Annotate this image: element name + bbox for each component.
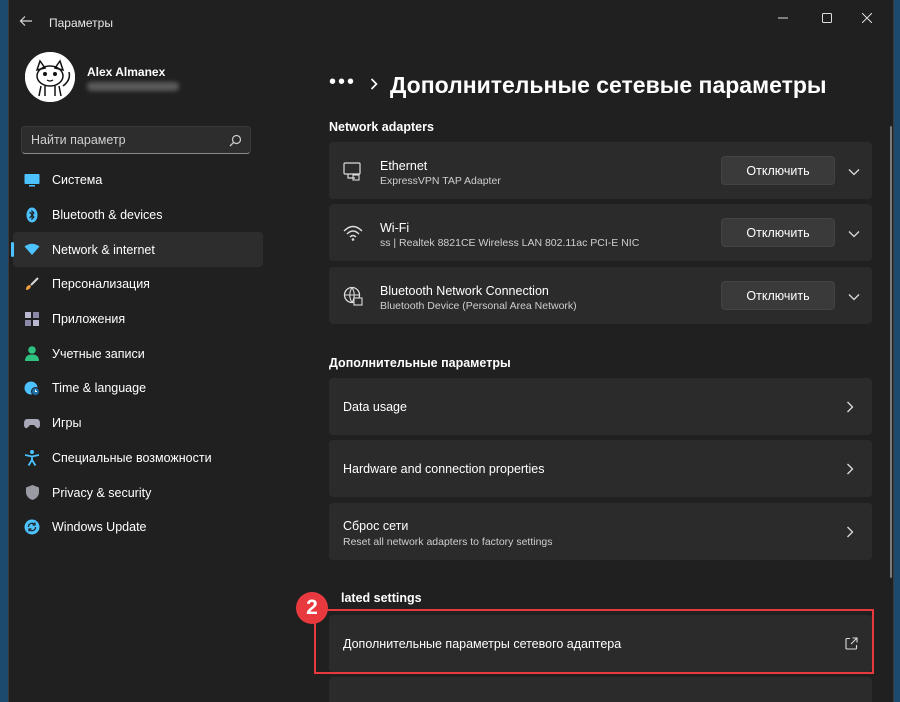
page-title: Дополнительные сетевые параметры — [390, 72, 827, 98]
chevron-right-icon — [846, 525, 856, 538]
disconnect-button-ethernet[interactable]: Отключить — [721, 156, 835, 185]
section-title-related-settings: lated settings — [341, 591, 422, 605]
close-icon[interactable] — [845, 6, 889, 30]
sidebar-item-bluetooth[interactable]: Bluetooth & devices — [13, 198, 263, 233]
disconnect-button-wifi[interactable]: Отключить — [721, 218, 835, 247]
minimize-icon[interactable] — [761, 6, 805, 30]
window-title: Параметры — [49, 16, 113, 30]
sidebar-item-gaming[interactable]: Игры — [13, 406, 263, 441]
next-item-partial — [329, 677, 872, 702]
sidebar-item-windows-update[interactable]: Windows Update — [13, 510, 263, 545]
hardware-properties-item[interactable]: Hardware and connection properties — [329, 440, 872, 497]
bluetooth-icon — [24, 207, 40, 223]
adapter-card-bluetooth-network[interactable]: Bluetooth Network Connection Bluetooth D… — [329, 267, 872, 324]
globe-clock-icon — [24, 380, 40, 397]
sidebar-item-privacy[interactable]: Privacy & security — [13, 475, 263, 510]
maximize-icon[interactable] — [805, 6, 849, 30]
chevron-down-icon[interactable] — [848, 288, 860, 301]
chevron-right-icon — [370, 77, 378, 95]
network-reset-item[interactable]: Сброс сети Reset all network adapters to… — [329, 503, 872, 560]
disconnect-button-bluetooth[interactable]: Отключить — [721, 281, 835, 310]
chevron-down-icon[interactable] — [848, 225, 860, 238]
sidebar-item-accounts[interactable]: Учетные записи — [13, 336, 263, 371]
search-icon[interactable] — [229, 134, 242, 147]
sidebar-nav: Система Bluetooth & devices Network & in… — [9, 163, 271, 545]
chevron-right-icon — [846, 400, 856, 413]
breadcrumb-more-button[interactable]: ••• — [329, 72, 356, 92]
breadcrumb: ••• Дополнительные сетевые параметры — [329, 72, 827, 99]
sidebar-item-personalization[interactable]: Персонализация — [13, 267, 263, 302]
settings-window: Параметры Alex Almanex Найти параметр Си… — [8, 0, 894, 702]
person-icon — [24, 346, 40, 362]
sidebar-item-network[interactable]: Network & internet — [11, 232, 263, 268]
monitor-icon — [24, 172, 40, 188]
ethernet-icon — [343, 161, 363, 181]
gamepad-icon — [24, 415, 40, 431]
sidebar-item-time-language[interactable]: Time & language — [13, 371, 263, 406]
wifi-icon — [343, 223, 363, 243]
sidebar-item-system[interactable]: Система — [13, 163, 263, 198]
brush-icon — [24, 276, 40, 292]
section-title-more-settings: Дополнительные параметры — [329, 356, 511, 370]
data-usage-item[interactable]: Data usage — [329, 378, 872, 435]
search-box[interactable] — [21, 126, 251, 154]
scrollbar[interactable] — [890, 126, 892, 578]
chevron-right-icon — [846, 462, 856, 475]
step-badge: 2 — [296, 592, 328, 624]
section-title-network-adapters: Network adapters — [329, 120, 434, 134]
avatar[interactable] — [25, 52, 75, 102]
user-name: Alex Almanex — [87, 65, 166, 79]
title-bar: Параметры — [9, 0, 893, 46]
wifi-icon — [24, 242, 40, 258]
update-icon — [24, 519, 40, 535]
apps-icon — [24, 311, 40, 327]
shield-icon — [24, 485, 40, 501]
back-arrow-icon[interactable] — [19, 14, 37, 32]
search-input[interactable] — [31, 133, 221, 147]
globe-network-icon — [343, 286, 363, 306]
sidebar-item-apps[interactable]: Приложения — [13, 302, 263, 337]
user-email-blurred — [87, 82, 179, 91]
chevron-down-icon[interactable] — [848, 163, 860, 176]
adapter-card-ethernet[interactable]: Ethernet ExpressVPN TAP Adapter Отключит… — [329, 142, 872, 199]
accessibility-icon — [24, 449, 40, 466]
highlight-box — [314, 609, 874, 674]
sidebar-item-accessibility[interactable]: Специальные возможности — [13, 441, 263, 476]
adapter-card-wifi[interactable]: Wi-Fi ss | Realtek 8821CE Wireless LAN 8… — [329, 204, 872, 261]
